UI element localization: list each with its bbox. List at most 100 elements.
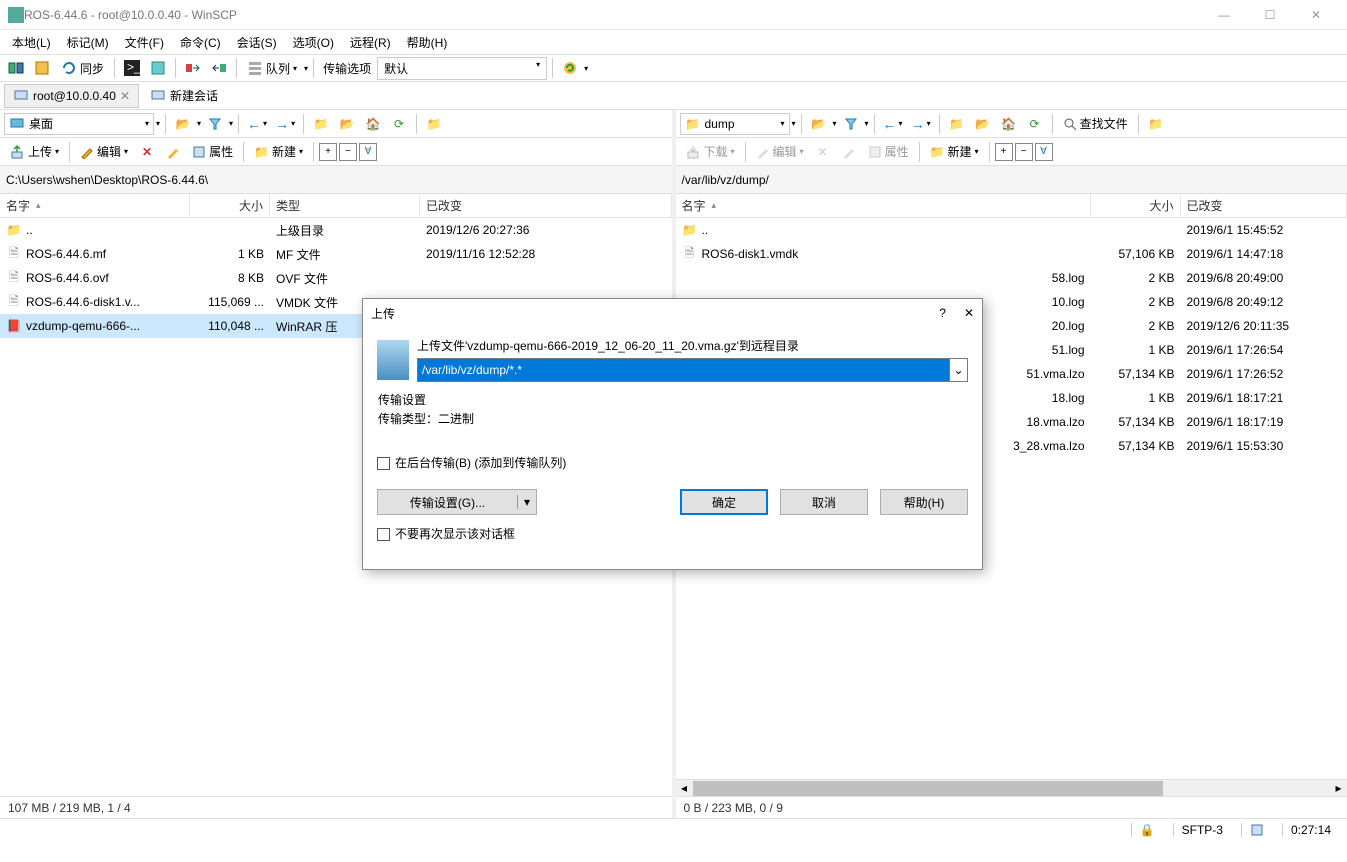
time-status: 0:27:14 — [1282, 823, 1339, 837]
folder-icon: 📁 — [685, 116, 701, 132]
menu-help[interactable]: 帮助(H) — [401, 32, 454, 53]
rename-icon[interactable] — [837, 141, 861, 163]
col-type[interactable]: 类型 — [270, 194, 420, 217]
menu-command[interactable]: 命令(C) — [174, 32, 227, 53]
home-icon[interactable]: 🏠 — [361, 113, 385, 135]
edit-button[interactable]: 编辑 ▾ — [75, 141, 133, 163]
download-button[interactable]: 下载 ▾ — [680, 141, 740, 163]
log-icon[interactable] — [1241, 823, 1272, 837]
sync-browse-icon[interactable] — [30, 57, 54, 79]
editor-icon[interactable] — [146, 57, 170, 79]
maximize-button[interactable]: ☐ — [1247, 1, 1293, 29]
terminal-icon[interactable]: >_ — [120, 57, 144, 79]
col-modified[interactable]: 已改变 — [1181, 194, 1347, 217]
transfer-settings-button[interactable]: 传输设置(G)... ▾ — [377, 489, 537, 515]
menu-mark[interactable]: 标记(M) — [61, 32, 115, 53]
col-size[interactable]: 大小 — [190, 194, 270, 217]
cancel-button[interactable]: 取消 — [780, 489, 868, 515]
remote-path-bar[interactable]: /var/lib/vz/dump/ — [676, 166, 1347, 194]
col-modified[interactable]: 已改变 — [420, 194, 672, 217]
remote-path-input[interactable]: /var/lib/vz/dump/*.* — [417, 358, 950, 382]
menu-bar: 本地(L) 标记(M) 文件(F) 命令(C) 会话(S) 选项(O) 远程(R… — [0, 30, 1347, 54]
protocol-status: SFTP-3 — [1173, 823, 1231, 837]
select-none-icon[interactable]: − — [339, 143, 357, 161]
forward-button[interactable]: →▾ — [908, 116, 934, 132]
table-row[interactable]: 📁..2019/6/1 15:45:52 — [676, 218, 1347, 242]
window-title: ROS-6.44.6 - root@10.0.0.40 - WinSCP — [24, 8, 237, 22]
menu-remote[interactable]: 远程(R) — [344, 32, 397, 53]
transfer-preset-dropdown[interactable]: 默认 ▾ — [377, 57, 547, 80]
edit-button[interactable]: 编辑 ▾ — [751, 141, 809, 163]
noask-checkbox[interactable]: 不要再次显示该对话框 — [377, 527, 515, 541]
table-row[interactable]: 🗎ROS-6.44.6.ovf8 KBOVF 文件 — [0, 266, 672, 290]
app-statusbar: 🔒 SFTP-3 0:27:14 — [0, 818, 1347, 840]
open-folder-icon[interactable]: 📂 — [171, 113, 195, 135]
table-row[interactable]: 🗎ROS6-disk1.vmdk57,106 KB2019/6/1 14:47:… — [676, 242, 1347, 266]
select-all-icon[interactable]: + — [995, 143, 1013, 161]
background-checkbox[interactable]: 在后台传输(B) (添加到传输队列) — [377, 456, 566, 470]
menu-file[interactable]: 文件(F) — [119, 32, 170, 53]
dialog-help-icon[interactable]: ? — [939, 306, 946, 320]
props-button[interactable]: 属性 — [187, 141, 238, 163]
new-button[interactable]: 📁 新建 ▾ — [249, 141, 308, 163]
forward-button[interactable]: →▾ — [272, 116, 298, 132]
col-name[interactable]: 名字▴ — [0, 194, 190, 217]
menu-local[interactable]: 本地(L) — [6, 32, 57, 53]
back-button[interactable]: ←▾ — [244, 116, 270, 132]
up-icon[interactable]: 📁 — [309, 113, 333, 135]
ok-button[interactable]: 确定 — [680, 489, 768, 515]
select-invert-icon[interactable]: ∀ — [359, 143, 377, 161]
reconnect-icon[interactable] — [558, 57, 582, 79]
compare-icon[interactable] — [4, 57, 28, 79]
bookmark-icon[interactable]: 📁 — [1144, 113, 1168, 135]
select-none-icon[interactable]: − — [1015, 143, 1033, 161]
transfer-right-icon[interactable] — [207, 57, 231, 79]
close-button[interactable]: ✕ — [1293, 1, 1339, 29]
table-row[interactable]: 📁..上级目录2019/12/6 20:27:36 — [0, 218, 672, 242]
root-icon[interactable]: 📂 — [335, 113, 359, 135]
table-row[interactable]: 🗎ROS-6.44.6.mf1 KBMF 文件2019/11/16 12:52:… — [0, 242, 672, 266]
local-path-bar[interactable]: C:\Users\wshen\Desktop\ROS-6.44.6\ — [0, 166, 672, 194]
delete-icon[interactable]: ✕ — [811, 141, 835, 163]
refresh-icon[interactable]: ⟳ — [387, 113, 411, 135]
help-button[interactable]: 帮助(H) — [880, 489, 968, 515]
tab-close-icon[interactable]: ✕ — [120, 89, 130, 103]
home-icon[interactable]: 🏠 — [997, 113, 1021, 135]
menu-options[interactable]: 选项(O) — [287, 32, 340, 53]
upload-dialog: 上传 ? ✕ 上传文件'vzdump-qemu-666-2019_12_06-2… — [362, 298, 983, 570]
transfer-options-label: 传输选项 — [319, 60, 375, 77]
col-size[interactable]: 大小 — [1091, 194, 1181, 217]
filter-icon[interactable] — [839, 113, 863, 135]
session-tab[interactable]: root@10.0.0.40 ✕ — [4, 84, 139, 108]
find-button[interactable]: 查找文件 — [1058, 113, 1133, 135]
transfer-left-icon[interactable] — [181, 57, 205, 79]
new-button[interactable]: 📁 新建 ▾ — [925, 141, 984, 163]
select-invert-icon[interactable]: ∀ — [1035, 143, 1053, 161]
local-location-combo[interactable]: 桌面 ▾ — [4, 113, 154, 135]
upload-button[interactable]: 上传 ▾ — [4, 141, 64, 163]
up-icon[interactable]: 📁 — [945, 113, 969, 135]
delete-icon[interactable]: ✕ — [135, 141, 159, 163]
new-session-tab[interactable]: 新建会话 — [141, 83, 227, 108]
select-all-icon[interactable]: + — [319, 143, 337, 161]
open-folder-icon[interactable]: 📂 — [807, 113, 831, 135]
table-row[interactable]: 58.log2 KB2019/6/8 20:49:00 — [676, 266, 1347, 290]
horizontal-scrollbar[interactable]: ◂ ▸ — [676, 779, 1347, 796]
queue-button[interactable]: 队列 ▾ — [242, 57, 302, 79]
props-button[interactable]: 属性 — [863, 141, 914, 163]
menu-session[interactable]: 会话(S) — [231, 32, 283, 53]
root-icon[interactable]: 📂 — [971, 113, 995, 135]
minimize-button[interactable]: — — [1201, 1, 1247, 29]
refresh-icon[interactable]: ⟳ — [1023, 113, 1047, 135]
remote-location-combo[interactable]: 📁 dump ▾ — [680, 113, 790, 135]
filter-icon[interactable] — [203, 113, 227, 135]
sync-button[interactable]: 同步 — [56, 57, 109, 79]
dialog-close-icon[interactable]: ✕ — [964, 306, 974, 320]
rename-icon[interactable] — [161, 141, 185, 163]
path-dropdown[interactable]: ⌄ — [950, 358, 968, 382]
dialog-title: 上传 — [371, 305, 939, 322]
dialog-instruction: 上传文件'vzdump-qemu-666-2019_12_06-20_11_20… — [417, 337, 968, 354]
bookmark-icon[interactable]: 📁 — [422, 113, 446, 135]
col-name[interactable]: 名字▴ — [676, 194, 1091, 217]
back-button[interactable]: ←▾ — [880, 116, 906, 132]
